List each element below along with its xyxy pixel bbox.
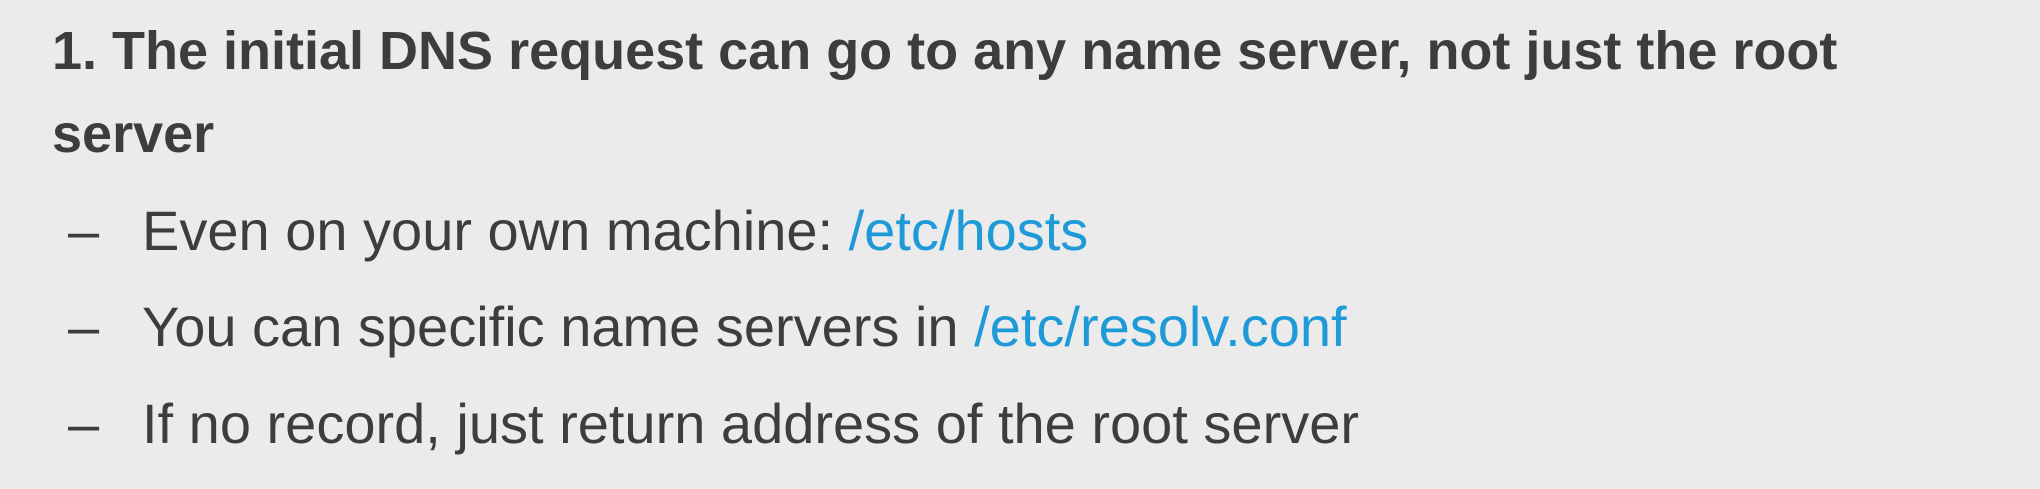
- file-path-hosts: /etc/hosts: [848, 199, 1089, 262]
- file-path-resolv-conf: /etc/resolv.conf: [974, 295, 1347, 358]
- slide: 1. The initial DNS request can go to any…: [0, 0, 2040, 489]
- bullet-text: You can specific name servers in /etc/re…: [142, 292, 1347, 362]
- bullet-text-plain: If no record, just return address of the…: [142, 392, 1360, 455]
- slide-heading: 1. The initial DNS request can go to any…: [52, 21, 1838, 164]
- bullet-dash: –: [68, 392, 100, 455]
- bullet-text: Even on your own machine: /etc/hosts: [142, 196, 1088, 266]
- bullet-dash: –: [68, 199, 100, 262]
- bullet-text: If no record, just return address of the…: [142, 389, 1359, 459]
- bullet-text-plain: You can specific name servers in: [142, 295, 975, 358]
- bullet-text-plain: Even on your own machine:: [142, 199, 849, 262]
- bullet-dash: –: [68, 295, 100, 358]
